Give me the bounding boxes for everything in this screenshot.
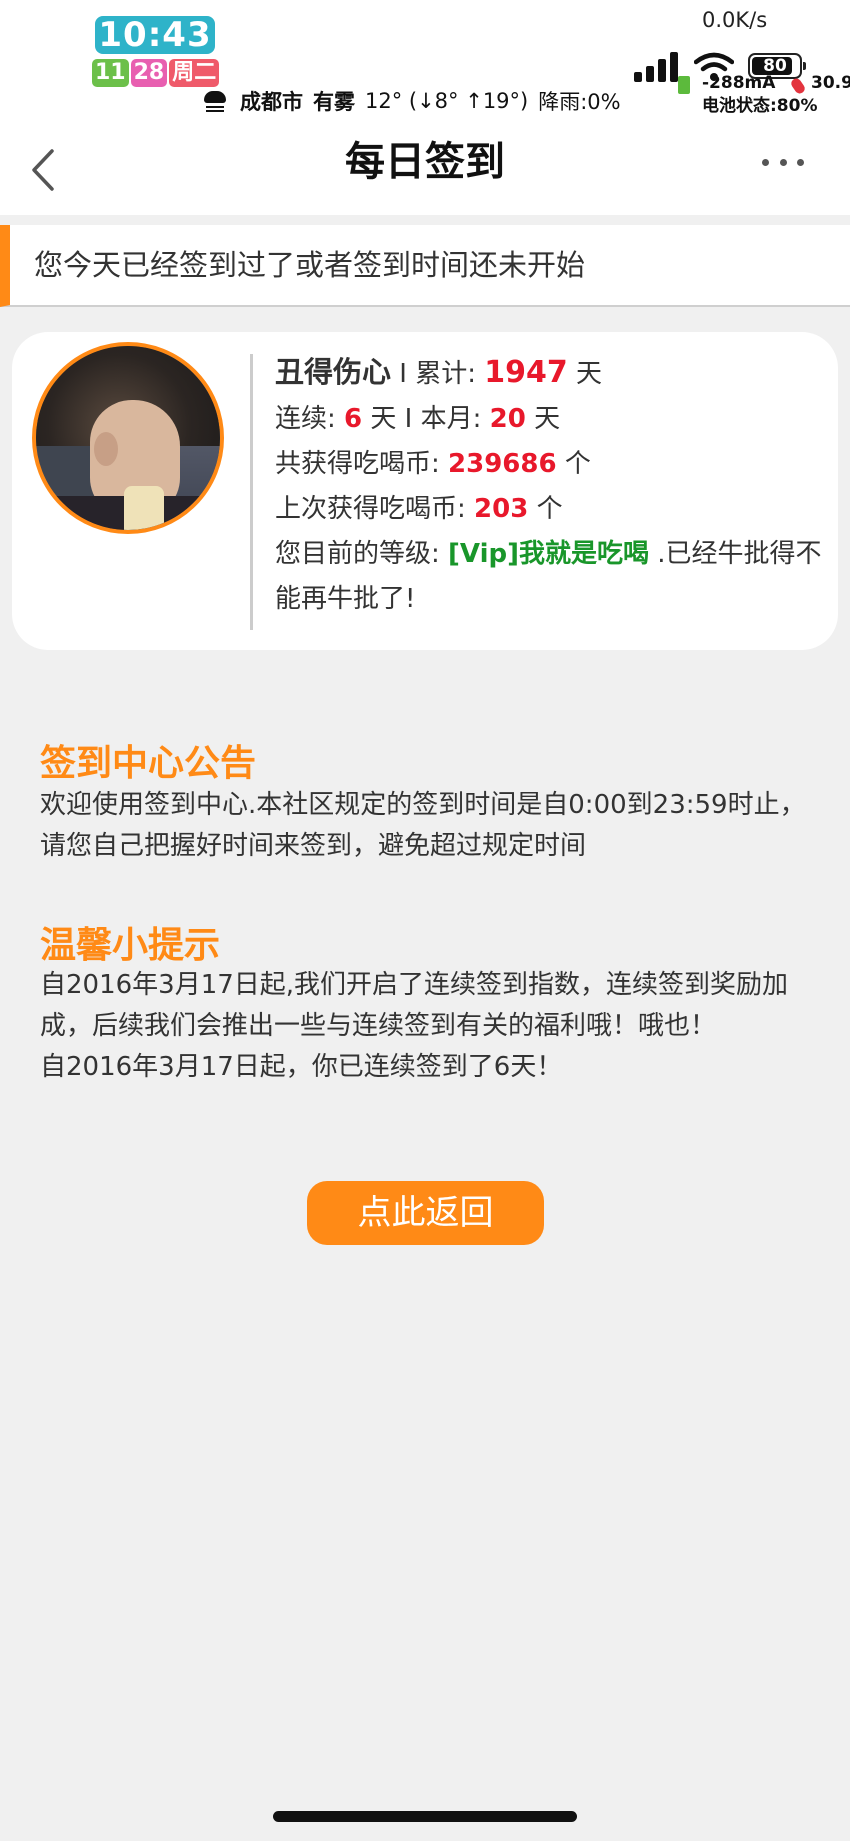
weather-rain: 降雨:0%	[538, 90, 621, 114]
user-line-coins: 共获得吃喝币: 239686 个	[275, 442, 825, 487]
weather-city: 成都市	[240, 90, 303, 114]
total-label: 累计:	[415, 359, 485, 389]
tips-line-1: 自2016年3月17日起,我们开启了连续签到指数，连续签到奖励加成，后续我们会推…	[40, 970, 789, 1041]
net-speed: 0.0K/s	[702, 8, 768, 32]
battery-small-icon	[678, 76, 690, 94]
avatar	[32, 342, 224, 534]
user-line-last: 上次获得吃喝币: 203 个	[275, 487, 825, 532]
nav-bar: 每日签到	[0, 125, 850, 215]
battery-current: -288mA	[702, 73, 776, 93]
date-day: 28	[130, 59, 168, 87]
date-weekday: 周二	[169, 59, 220, 87]
weather-condition: 有雾	[313, 90, 355, 114]
coins-label: 共获得吃喝币:	[275, 449, 449, 479]
month-label: 天 I 本月:	[362, 404, 490, 434]
day-unit: 天	[567, 359, 603, 389]
total-days: 1947	[484, 355, 568, 390]
level-name: [Vip]我就是吃喝	[448, 539, 649, 569]
signal-icon	[634, 50, 680, 82]
user-info: 丑得伤心 I 累计: 1947 天 连续: 6 天 I 本月: 20 天 共获得…	[275, 350, 825, 622]
coin-unit: 个	[556, 449, 591, 479]
cloud-icon	[202, 89, 230, 113]
user-line-streak: 连续: 6 天 I 本月: 20 天	[275, 397, 825, 442]
battery-status: 电池状态:80%	[702, 96, 818, 116]
tips-body: 自2016年3月17日起,我们开启了连续签到指数，连续签到奖励加成，后续我们会推…	[40, 965, 820, 1088]
weather-row: 成都市 有雾 12° (↓8° ↑19°) 降雨:0%	[202, 86, 621, 116]
more-dots-icon[interactable]	[762, 157, 804, 167]
user-name: 丑得伤心	[275, 355, 392, 389]
last-coins: 203	[474, 494, 529, 524]
notice-text: 您今天已经签到过了或者签到时间还未开始	[34, 248, 586, 282]
home-indicator[interactable]	[273, 1811, 577, 1822]
announcement-body: 欢迎使用签到中心.本社区规定的签到时间是自0:00到23:59时止，请您自己把握…	[40, 790, 806, 861]
notice-bar: 您今天已经签到过了或者签到时间还未开始	[0, 225, 850, 307]
last-coins-unit: 个	[528, 494, 563, 524]
month-days: 20	[489, 404, 526, 434]
card-divider	[250, 354, 253, 630]
user-line-name: 丑得伤心 I 累计: 1947 天	[275, 350, 825, 397]
streak-label: 连续:	[275, 404, 345, 434]
separator: I	[391, 359, 416, 389]
status-bar: 10:43 11 28 周二 0.0K/s 成都市 有雾 12° (↓8° ↑1…	[0, 0, 850, 125]
battery-temperature: 30.9	[811, 73, 850, 93]
streak-days: 6	[344, 404, 363, 434]
status-date: 11 28 周二	[92, 59, 220, 87]
return-button[interactable]: 点此返回	[307, 1181, 544, 1245]
month-unit: 天	[525, 404, 561, 434]
page-title: 每日签到	[345, 139, 505, 185]
user-line-level: 您目前的等级: [Vip]我就是吃喝 .已经牛批得不能再牛批了!	[275, 532, 825, 622]
tips-line-2: 自2016年3月17日起，你已连续签到了6天！	[40, 1052, 563, 1082]
last-coins-label: 上次获得吃喝币:	[275, 494, 475, 524]
coins-total: 239686	[448, 449, 557, 479]
weather-detail: 12° (↓8° ↑19°)	[365, 89, 529, 113]
announcement-title: 签到中心公告	[40, 743, 257, 784]
date-month: 11	[92, 59, 129, 87]
level-label: 您目前的等级:	[275, 539, 449, 569]
tips-title: 温馨小提示	[40, 925, 221, 966]
status-time: 10:43	[95, 16, 215, 54]
user-card: 丑得伤心 I 累计: 1947 天 连续: 6 天 I 本月: 20 天 共获得…	[12, 332, 838, 650]
